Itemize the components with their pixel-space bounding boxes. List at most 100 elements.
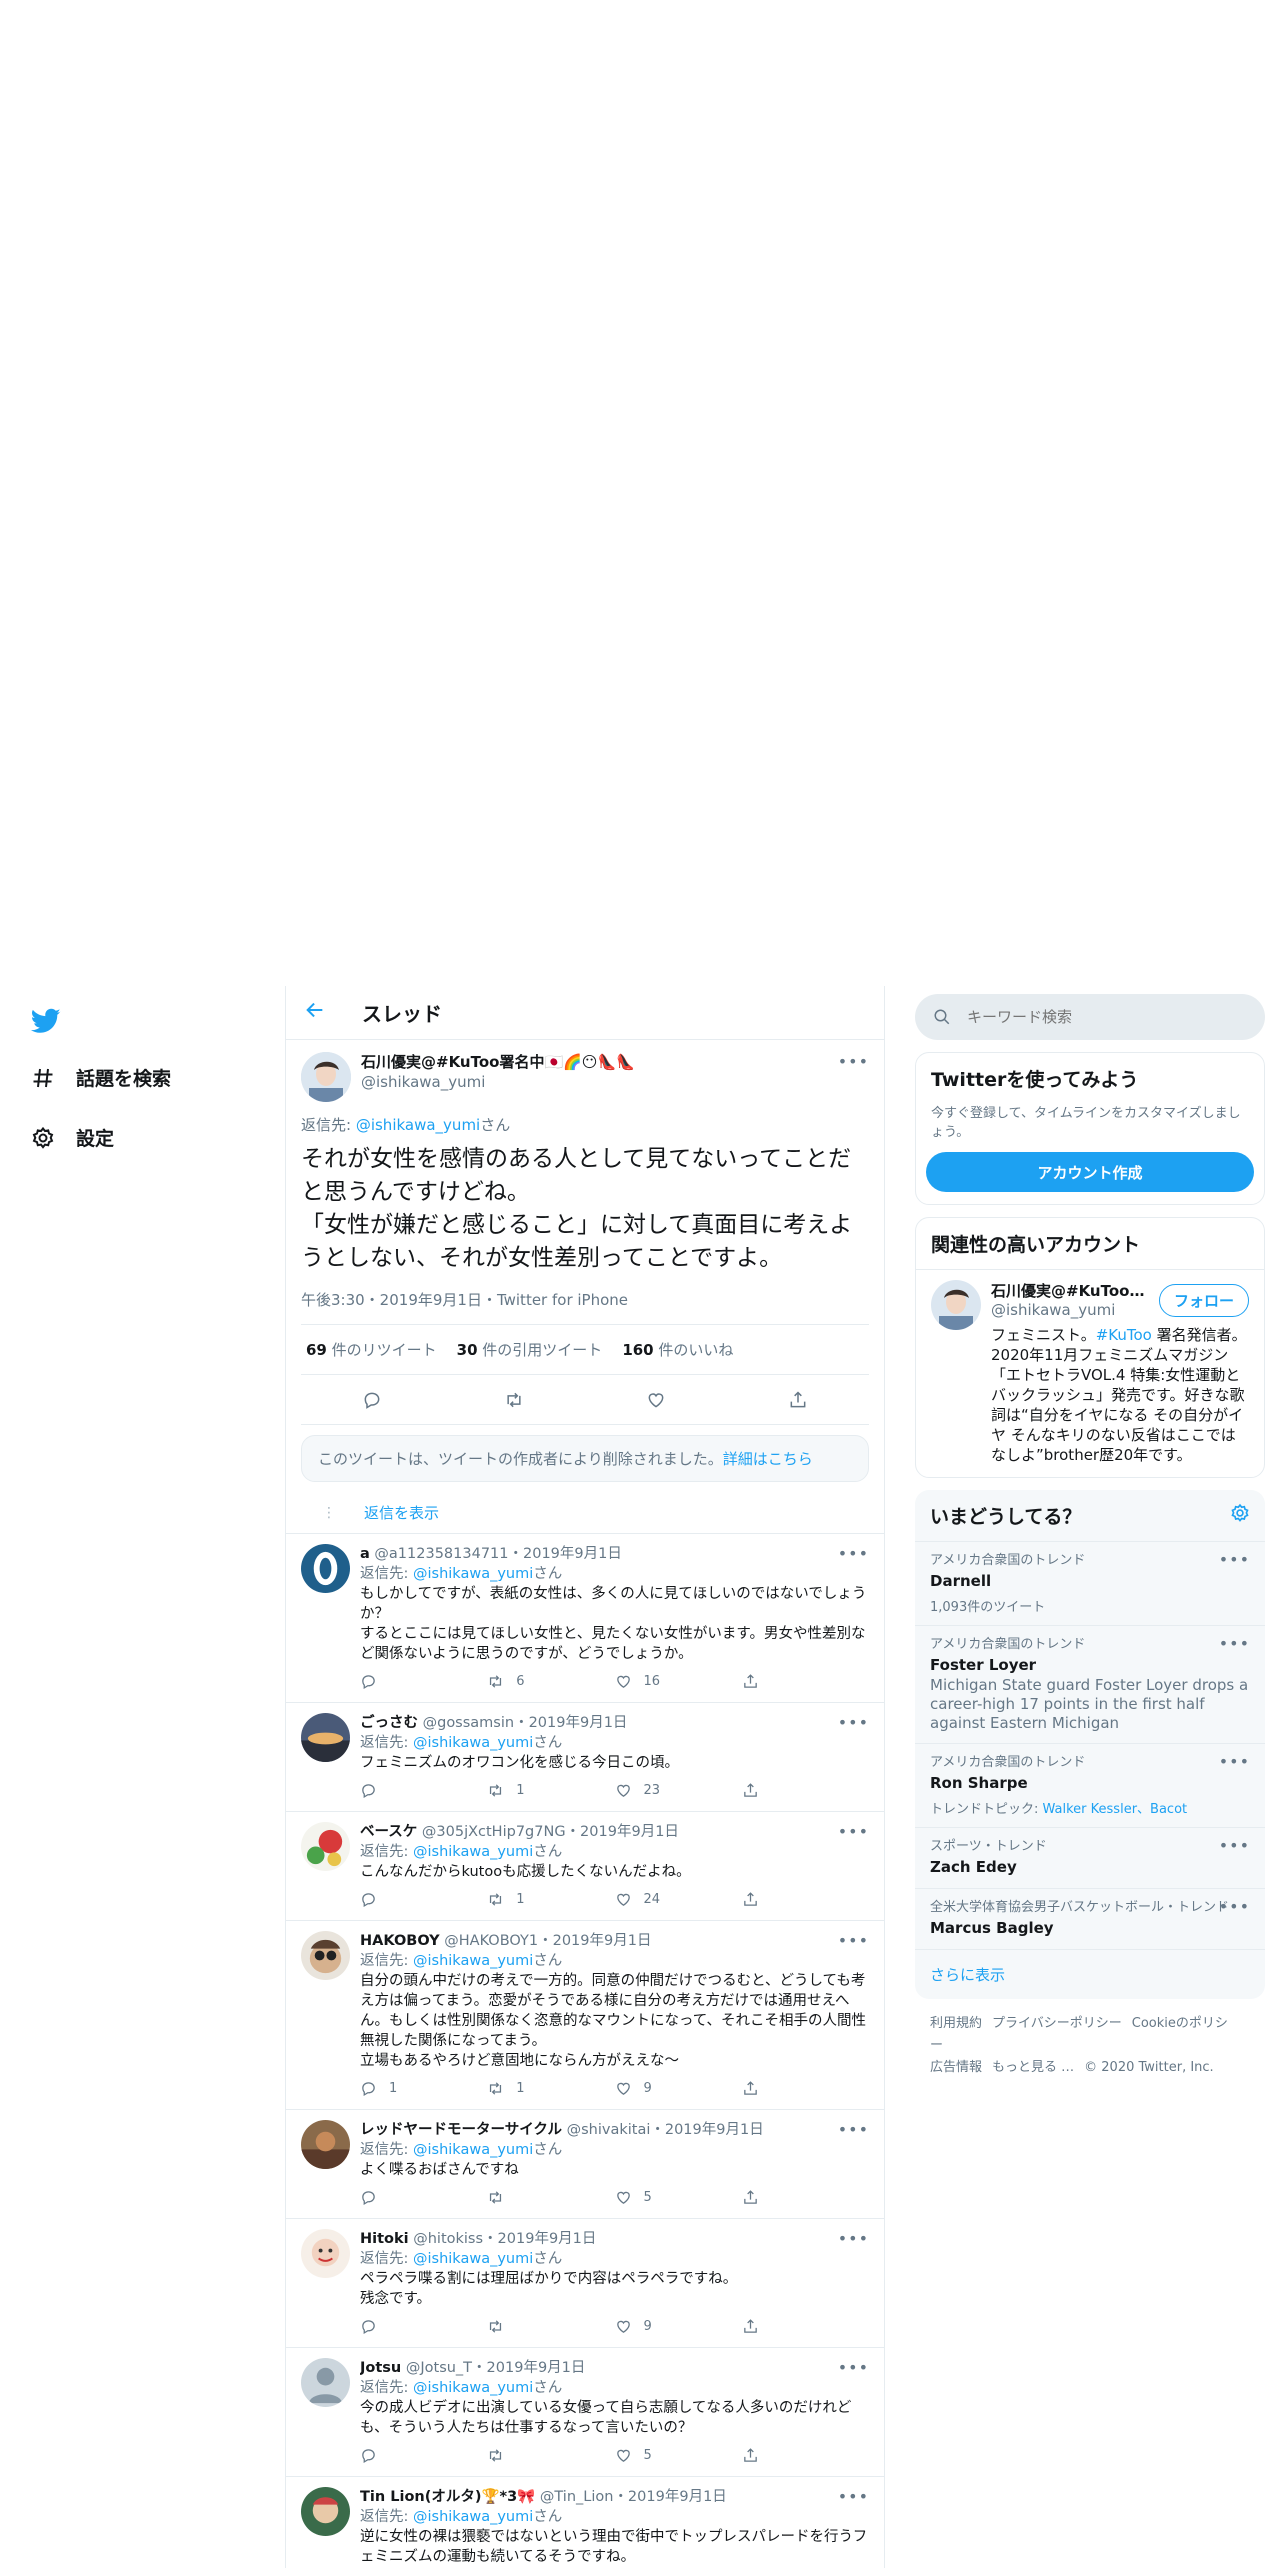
more-options-icon[interactable]: ••• (1219, 1752, 1250, 1771)
quotes-stat[interactable]: 30 件の引用ツイート (457, 1339, 603, 1360)
more-options-icon[interactable]: ••• (838, 2120, 869, 2139)
bio-hashtag-link[interactable]: #KuToo (1096, 1326, 1152, 1344)
share-button[interactable] (742, 2189, 869, 2206)
reply-date[interactable]: ・2019年9月1日 (566, 1824, 679, 1840)
trend-topics-links[interactable]: Walker Kessler、Bacot (1043, 1802, 1188, 1817)
share-button[interactable] (742, 1782, 869, 1799)
retweet-button[interactable] (487, 2189, 614, 2206)
reply-date[interactable]: ・2019年9月1日 (472, 2360, 585, 2376)
more-options-icon[interactable]: ••• (838, 2487, 869, 2506)
avatar[interactable] (301, 2487, 350, 2536)
retweet-button[interactable]: 1 (487, 1782, 614, 1799)
reply-icon[interactable] (362, 1390, 382, 1410)
reply-author-handle[interactable]: @HAKOBOY1 (444, 1933, 538, 1949)
reply-to-handle[interactable]: @ishikawa_yumi (356, 1116, 480, 1134)
avatar[interactable] (301, 2358, 350, 2407)
reply-date[interactable]: ・2019年9月1日 (483, 2231, 596, 2247)
gear-icon[interactable] (1230, 1503, 1250, 1528)
more-options-icon[interactable]: ••• (838, 2229, 869, 2248)
like-button[interactable]: 5 (615, 2447, 742, 2464)
avatar[interactable] (931, 1280, 981, 1330)
reply-button[interactable] (360, 1673, 487, 1690)
retweet-button[interactable] (487, 2318, 614, 2335)
author-name[interactable]: 石川優実@#KuToo署名中🇯🇵🌈😶👠👠 (361, 1052, 635, 1072)
reply-date[interactable]: ・2019年9月1日 (509, 1546, 622, 1562)
like-button[interactable]: 9 (615, 2080, 742, 2097)
share-icon[interactable] (788, 1390, 808, 1410)
reply-to-handle[interactable]: @ishikawa_yumi (413, 2380, 533, 2396)
share-button[interactable] (742, 2080, 869, 2097)
trend-item[interactable]: 全米大学体育協会男子バスケットボール・トレンド Marcus Bagley ••… (915, 1889, 1265, 1950)
reply-to-handle[interactable]: @ishikawa_yumi (413, 2509, 533, 2525)
reply-to-handle[interactable]: @ishikawa_yumi (413, 1735, 533, 1751)
like-button[interactable]: 9 (615, 2318, 742, 2335)
nav-explore[interactable]: 話題を検索 (30, 1064, 171, 1091)
reply-author-handle[interactable]: @gossamsin (423, 1715, 514, 1731)
like-button[interactable]: 5 (615, 2189, 742, 2206)
avatar[interactable] (301, 1822, 350, 1871)
reply-date[interactable]: ・2019年9月1日 (538, 1933, 651, 1949)
twitter-logo-icon[interactable] (30, 1006, 64, 1036)
footer-terms-link[interactable]: 利用規約 (930, 2016, 982, 2031)
retweets-stat[interactable]: 69 件のリツイート (306, 1339, 437, 1360)
create-account-button[interactable]: アカウント作成 (926, 1152, 1254, 1192)
more-options-icon[interactable]: ••• (838, 1822, 869, 1841)
reply-author-name[interactable]: レッドヤードモーターサイクル (360, 2122, 562, 2138)
follow-button[interactable]: フォロー (1158, 1284, 1249, 1317)
search-input[interactable] (967, 1008, 1227, 1026)
reply-button[interactable] (360, 2447, 487, 2464)
retweet-button[interactable]: 1 (487, 1891, 614, 1908)
trend-item[interactable]: アメリカ合衆国のトレンド Darnell 1,093件のツイート ••• (915, 1542, 1265, 1626)
footer-privacy-link[interactable]: プライバシーポリシー (992, 2016, 1122, 2031)
author-handle[interactable]: @ishikawa_yumi (361, 1072, 635, 1092)
search-bar[interactable] (915, 994, 1265, 1040)
retweet-icon[interactable] (504, 1390, 524, 1410)
share-button[interactable] (742, 1891, 869, 1908)
trend-item[interactable]: アメリカ合衆国のトレンド Foster Loyer Michigan State… (915, 1626, 1265, 1744)
reply-author-handle[interactable]: @a112358134711 (374, 1546, 508, 1562)
share-button[interactable] (742, 2447, 869, 2464)
avatar[interactable] (301, 2120, 350, 2169)
learn-more-link[interactable]: 詳細はこちら (723, 1450, 813, 1468)
reply-author-handle[interactable]: @Jotsu_T (406, 2360, 472, 2376)
reply-author-handle[interactable]: @305jXctHip7g7NG (422, 1824, 566, 1840)
reply-author-name[interactable]: Jotsu (360, 2360, 401, 2376)
like-button[interactable]: 16 (615, 1673, 742, 1690)
more-options-icon[interactable]: ••• (838, 2358, 869, 2377)
reply-author-name[interactable]: HAKOBOY (360, 1933, 440, 1949)
reply-tweet[interactable]: ごっさむ @gossamsin・2019年9月1日 返信先: @ishikawa… (286, 1703, 884, 1812)
reply-tweet[interactable]: Tin Lion(オルタ)🏆*3🎀 @Tin_Lion・2019年9月1日 返信… (286, 2477, 884, 2568)
reply-button[interactable] (360, 1891, 487, 1908)
more-options-icon[interactable]: ••• (1219, 1836, 1250, 1855)
more-options-icon[interactable]: ••• (838, 1544, 869, 1563)
reply-to-handle[interactable]: @ishikawa_yumi (413, 2251, 533, 2267)
reply-author-name[interactable]: ベースケ (360, 1824, 417, 1840)
reply-author-handle[interactable]: @shivakitai (567, 2122, 651, 2138)
like-button[interactable]: 24 (615, 1891, 742, 1908)
reply-date[interactable]: ・2019年9月1日 (650, 2122, 763, 2138)
reply-author-handle[interactable]: @hitokiss (413, 2231, 483, 2247)
reply-tweet[interactable]: ベースケ @305jXctHip7g7NG・2019年9月1日 返信先: @is… (286, 1812, 884, 1921)
reply-tweet[interactable]: Hitoki @hitokiss・2019年9月1日 返信先: @ishikaw… (286, 2219, 884, 2348)
footer-more-link[interactable]: もっと見る … (992, 2060, 1074, 2075)
tweet-meta[interactable]: 午後3:30・2019年9月1日・Twitter for iPhone (301, 1289, 869, 1325)
share-button[interactable] (742, 1673, 869, 1690)
avatar[interactable] (301, 1931, 350, 1980)
related-account-name[interactable]: 石川優実@#KuToo署名中🇯🇵🌈 (991, 1280, 1146, 1301)
like-button[interactable]: 23 (615, 1782, 742, 1799)
related-account[interactable]: 石川優実@#KuToo署名中🇯🇵🌈 @ishikawa_yumi フェミニスト。… (916, 1269, 1264, 1477)
reply-author-handle[interactable]: @Tin_Lion (540, 2489, 614, 2505)
show-replies[interactable]: ⋮ 返信を表示 (286, 1492, 884, 1534)
reply-tweet[interactable]: Jotsu @Jotsu_T・2019年9月1日 返信先: @ishikawa_… (286, 2348, 884, 2477)
footer-ads-link[interactable]: 広告情報 (930, 2060, 982, 2075)
more-options-icon[interactable]: ••• (1219, 1897, 1250, 1916)
more-options-icon[interactable]: ••• (1219, 1550, 1250, 1569)
retweet-button[interactable]: 6 (487, 1673, 614, 1690)
reply-tweet[interactable]: レッドヤードモーターサイクル @shivakitai・2019年9月1日 返信先… (286, 2110, 884, 2219)
reply-to-handle[interactable]: @ishikawa_yumi (413, 2142, 533, 2158)
retweet-button[interactable] (487, 2447, 614, 2464)
reply-button[interactable] (360, 2189, 487, 2206)
reply-button[interactable]: 1 (360, 2080, 487, 2097)
avatar[interactable] (301, 1052, 351, 1102)
share-button[interactable] (742, 2318, 869, 2335)
